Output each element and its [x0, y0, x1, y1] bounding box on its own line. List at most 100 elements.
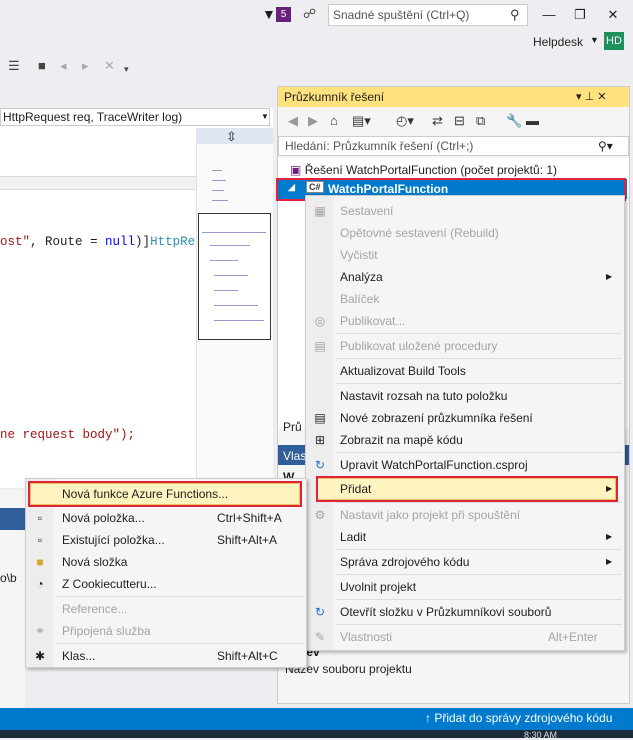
chevron-down-icon[interactable]: ▼ — [261, 112, 269, 121]
submenu-arrow-icon: ▶ — [606, 532, 613, 541]
menu-item-label: Reference... — [62, 602, 128, 616]
menu-item-pack[interactable]: Balíček — [306, 288, 624, 310]
code-text: , Route = — [30, 235, 106, 249]
menu-item-publish-procedures[interactable]: ▤ Publikovat uložené procedury — [306, 335, 624, 357]
new-item-icon: ▫ — [37, 511, 43, 525]
chevron-down-icon[interactable]: ▼ — [590, 35, 599, 45]
pin-icon[interactable]: ▾ ⊥ ✕ — [576, 90, 606, 103]
menu-separator — [336, 599, 622, 600]
switch-view-icon[interactable]: ▤▾ — [352, 113, 371, 129]
close-button[interactable]: ✕ — [598, 4, 628, 26]
menu-item-label: Analýza — [340, 270, 383, 284]
code-line[interactable]: ne request body"); — [0, 428, 135, 442]
menu-item-update-build-tools[interactable]: Aktualizovat Build Tools — [306, 360, 624, 382]
connected-service-icon: ⚭ — [34, 624, 46, 638]
menu-item-edit-csproj[interactable]: ↻ Upravit WatchPortalFunction.csproj — [306, 454, 624, 476]
menu-separator — [336, 383, 622, 384]
search-icon[interactable]: ⚲ — [510, 7, 520, 23]
preview-icon[interactable]: ▬ — [526, 113, 539, 128]
solution-explorer-tab[interactable]: Prů — [283, 420, 302, 434]
menu-item-cookiecutter[interactable]: ◔ Z Cookiecutteru... — [26, 573, 306, 595]
explorer-view-icon: ▤ — [314, 411, 326, 425]
notification-badge[interactable]: 5 — [276, 7, 291, 22]
code-string: ost" — [0, 235, 31, 249]
open-folder-icon: ↻ — [314, 605, 326, 619]
menu-item-scope-to-this[interactable]: Nastavit rozsah na tuto položku — [306, 385, 624, 407]
forward-icon[interactable]: ▶ — [308, 113, 318, 129]
code-line[interactable]: ost", Route = null)]HttpReque — [0, 235, 218, 249]
menu-item-debug[interactable]: Ladit ▶ — [306, 526, 624, 548]
menu-item-existing-item[interactable]: ▫ Existující položka... Shift+Alt+A — [26, 529, 306, 551]
submenu-arrow-icon: ▶ — [606, 272, 613, 281]
search-icon[interactable]: ⚲▾ — [598, 139, 613, 153]
menu-item-shortcut: Alt+Enter — [548, 630, 598, 644]
menu-item-unload-project[interactable]: Uvolnit projekt — [306, 576, 624, 598]
menu-item-connected-service[interactable]: ⚭ Připojená služba — [26, 620, 306, 642]
avatar[interactable]: HD — [604, 32, 624, 50]
menu-item-properties[interactable]: ✎ Vlastnosti Alt+Enter — [306, 626, 624, 648]
history-icon[interactable]: ◴▾ — [396, 113, 414, 129]
menu-item-label: Nastavit jako projekt při spouštění — [340, 508, 521, 522]
sync-icon[interactable]: ⇄ — [432, 113, 443, 129]
submenu-arrow-icon: ▶ — [606, 557, 613, 566]
toolbar — [0, 54, 140, 80]
menu-item-set-startup[interactable]: ⚙ Nastavit jako projekt při spouštění — [306, 504, 624, 526]
menu-item-clean[interactable]: Vyčistit — [306, 244, 624, 266]
split-icon[interactable]: ⇳ — [226, 129, 237, 145]
menu-item-label: Klas... — [62, 649, 96, 663]
menu-item-label: Existující položka... — [62, 533, 165, 547]
menu-item-build[interactable]: ▦ Sestavení — [306, 200, 624, 222]
menu-item-label: Vyčistit — [340, 248, 378, 262]
code-keyword: null — [105, 235, 136, 249]
toolbar-overflow-icon[interactable]: ▾ — [124, 64, 129, 75]
bookmark-clear-icon[interactable]: ✕ — [104, 58, 115, 74]
bookmark-next-icon[interactable]: ▸ — [82, 58, 89, 74]
minimap-line — [214, 320, 264, 321]
menu-item-class[interactable]: ✱ Klas... Shift+Alt+C — [26, 645, 306, 667]
filter-icon[interactable]: ▼ — [262, 6, 276, 22]
menu-item-new-folder[interactable]: ■ Nová složka — [26, 551, 306, 573]
add-to-source-control-button[interactable]: ↑ Přidat do správy zdrojového kódu — [425, 711, 612, 725]
restore-button[interactable]: ❐ — [565, 4, 595, 26]
project-context-menu: ▦ Sestavení Opětovné sestavení (Rebuild)… — [305, 195, 625, 651]
collapse-icon[interactable]: ⊟ — [454, 113, 465, 129]
menu-item-show-on-code-map[interactable]: ⊞ Zobrazit na mapě kódu — [306, 429, 624, 451]
bookmark-icon[interactable]: ■ — [38, 58, 46, 73]
wrench-icon[interactable]: 🔧 — [506, 113, 522, 129]
menu-item-shortcut: Shift+Alt+C — [217, 649, 278, 663]
menu-item-label: Nastavit rozsah na tuto položku — [340, 389, 508, 403]
menu-item-open-folder[interactable]: ↻ Otevřít složku v Průzkumníkovi souborů — [306, 601, 624, 623]
menu-separator — [336, 624, 622, 625]
minimap-line — [210, 260, 238, 261]
menu-item-new-item[interactable]: ▫ Nová položka... Ctrl+Shift+A — [26, 507, 306, 529]
solution-search-input[interactable]: Hledání: Průzkumník řešení (Ctrl+;) — [278, 136, 629, 156]
minimize-button[interactable]: — — [534, 4, 564, 26]
home-icon[interactable]: ⌂ — [330, 113, 338, 128]
menu-separator — [336, 358, 622, 359]
back-icon[interactable]: ◀ — [288, 113, 298, 129]
quick-launch-input[interactable]: Snadné spuštění (Ctrl+Q) — [328, 4, 528, 26]
menu-item-label: Opětovné sestavení (Rebuild) — [340, 226, 499, 240]
menu-separator — [56, 643, 304, 644]
menu-item-label: Připojená služba — [62, 624, 151, 638]
bookmark-prev-icon[interactable]: ◂ — [60, 58, 67, 74]
menu-item-label: Vlastnosti — [340, 630, 393, 644]
comment-icon[interactable]: ☰ — [8, 58, 20, 74]
add-submenu: Nová funkce Azure Functions... ▫ Nová po… — [25, 478, 307, 668]
member-dropdown[interactable]: HttpRequest req, TraceWriter log) — [0, 108, 270, 126]
menu-item-shortcut: Ctrl+Shift+A — [217, 511, 282, 525]
menu-item-shortcut: Shift+Alt+A — [217, 533, 278, 547]
user-name[interactable]: Helpdesk — [533, 35, 583, 49]
class-icon: ✱ — [34, 649, 46, 663]
menu-item-rebuild[interactable]: Opětovné sestavení (Rebuild) — [306, 222, 624, 244]
menu-item-analyze[interactable]: Analýza ▶ — [306, 266, 624, 288]
menu-item-reference[interactable]: Reference... — [26, 598, 306, 620]
show-all-icon[interactable]: ⧉ — [476, 113, 485, 129]
menu-item-new-solution-explorer-view[interactable]: ▤ Nové zobrazení průzkumníka řešení — [306, 407, 624, 429]
build-icon: ▦ — [314, 204, 326, 218]
minimap-line — [212, 170, 222, 171]
menu-item-source-control[interactable]: Správa zdrojového kódu ▶ — [306, 551, 624, 573]
feedback-icon[interactable]: ☍ — [303, 6, 316, 22]
tree-item-solution[interactable]: ▣ Řešení WatchPortalFunction (počet proj… — [290, 163, 557, 177]
menu-item-publish[interactable]: ◎ Publikovat... — [306, 310, 624, 332]
